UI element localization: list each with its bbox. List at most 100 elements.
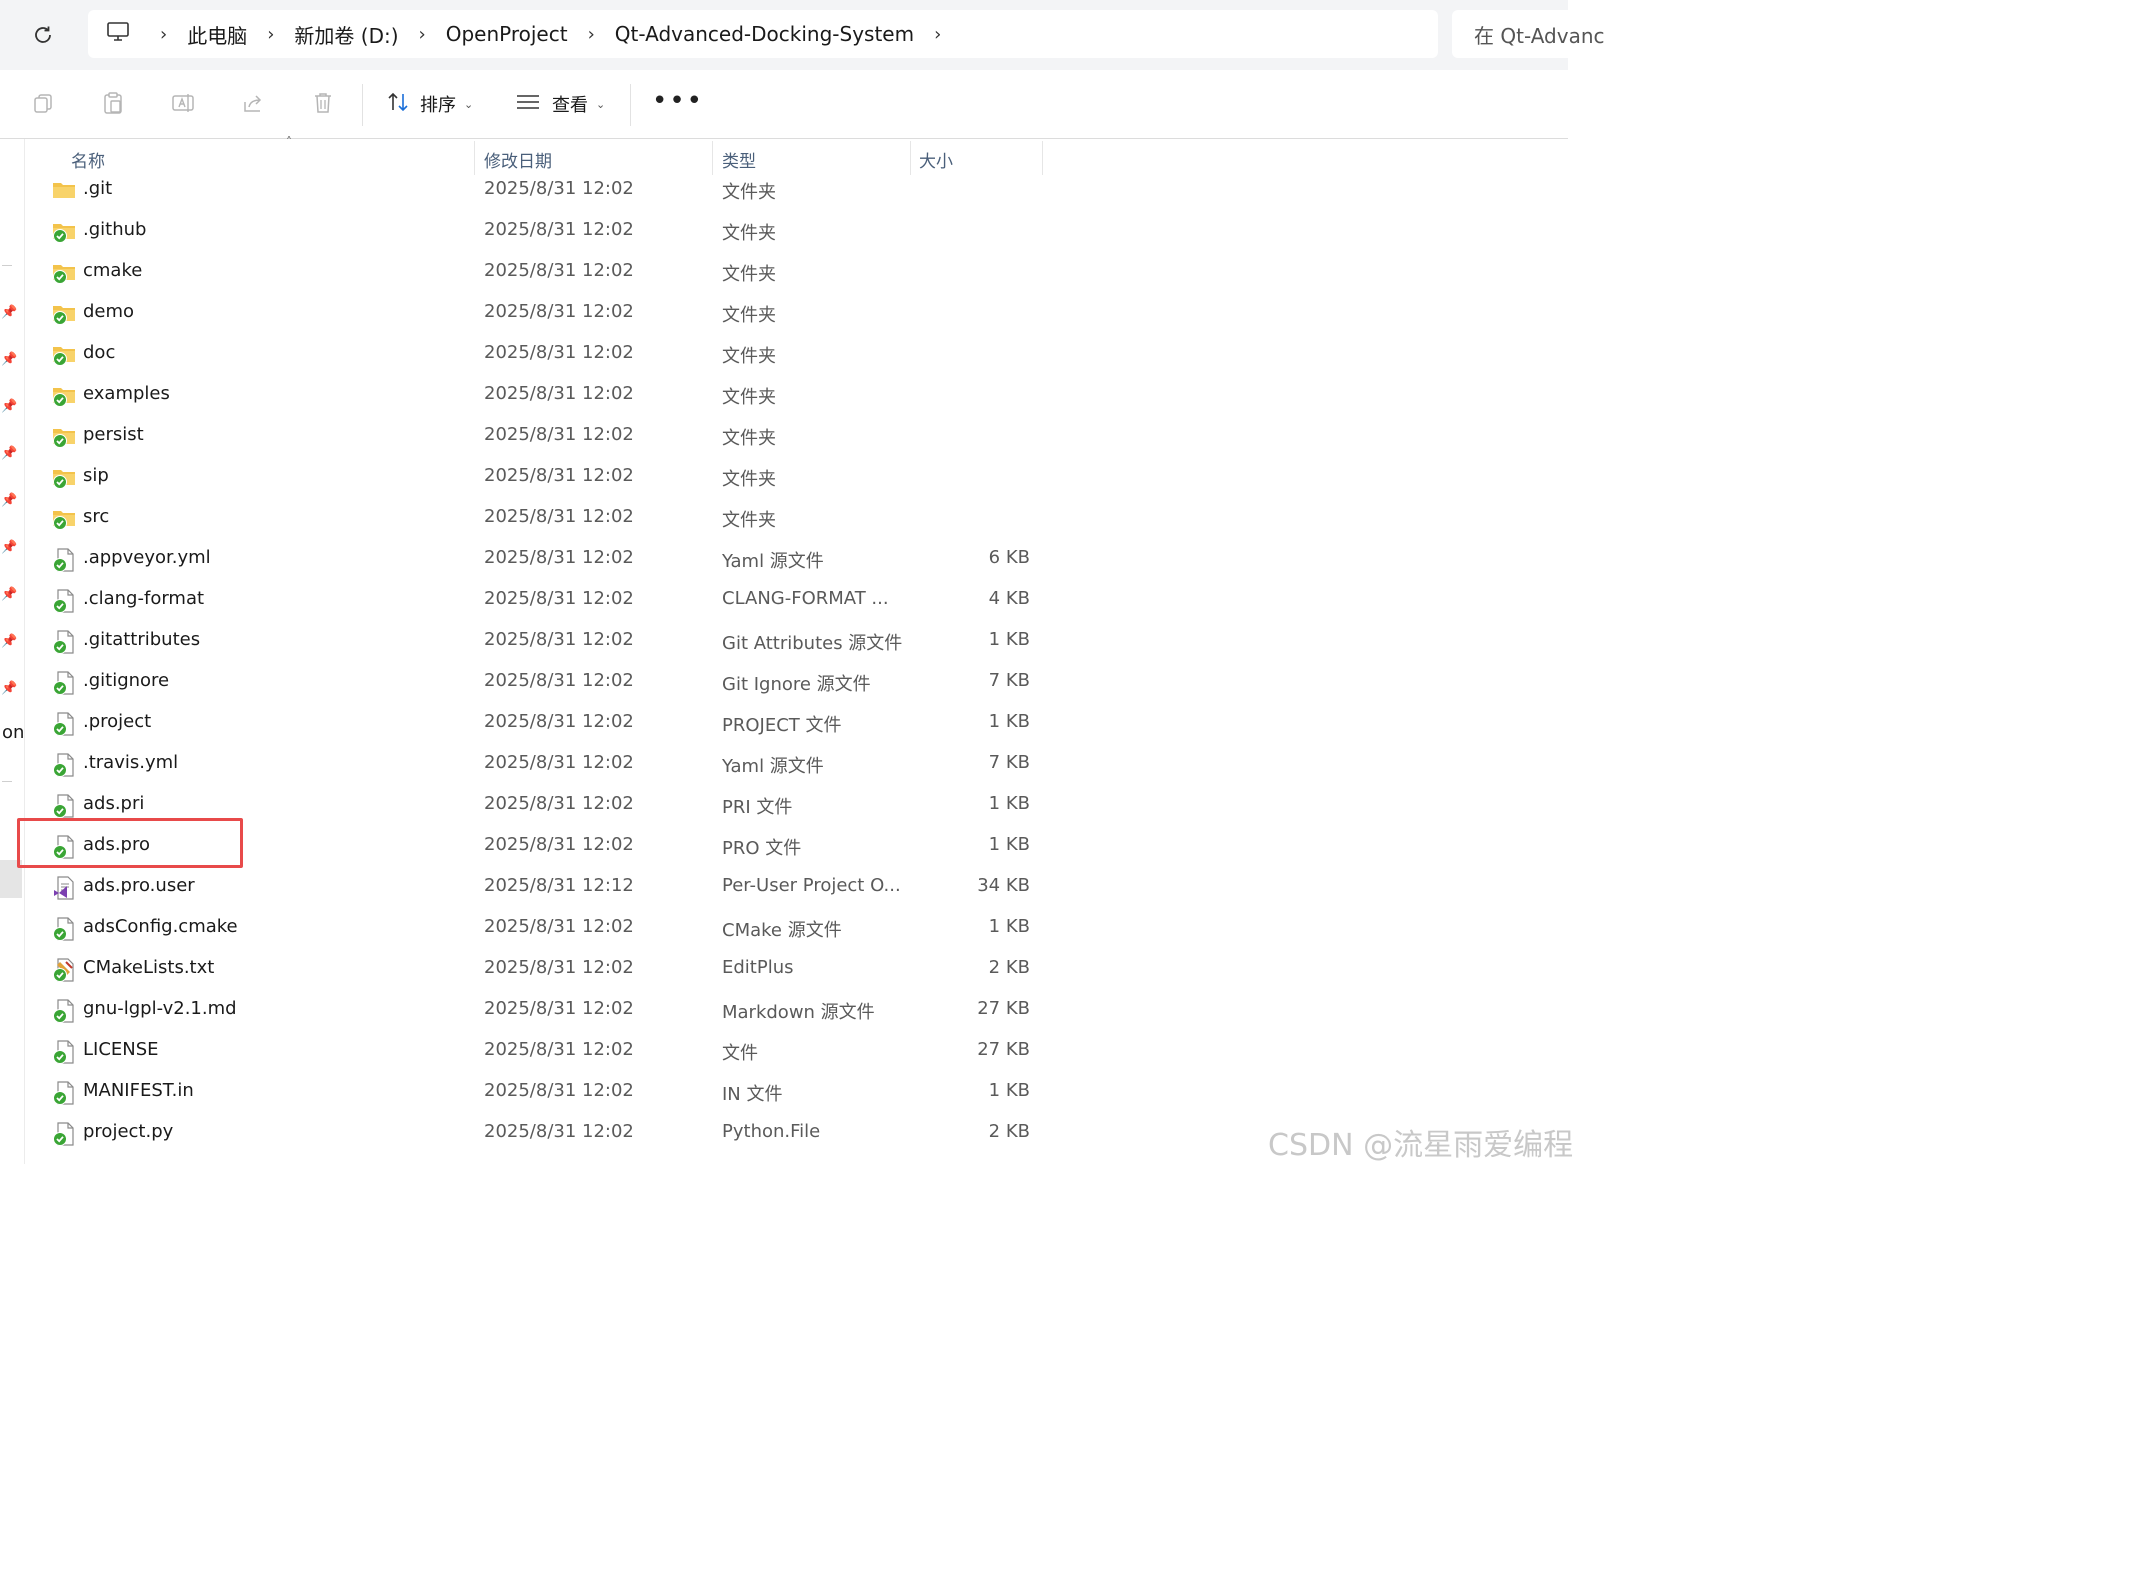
file-size: 27 KB bbox=[977, 998, 1030, 1019]
chevron-right-icon[interactable]: › bbox=[934, 24, 941, 45]
file-name[interactable]: gnu-lgpl-v2.1.md bbox=[83, 998, 237, 1019]
file-row[interactable]: LICENSE 2025/8/31 12:02 文件 27 KB bbox=[24, 1031, 1074, 1072]
file-name[interactable]: doc bbox=[83, 342, 115, 363]
file-row[interactable]: ads.pro.user 2025/8/31 12:12 Per-User Proj… bbox=[24, 867, 1074, 908]
folder-synced-icon bbox=[52, 425, 76, 449]
column-header-size[interactable]: 大小 bbox=[919, 147, 953, 172]
share-icon[interactable] bbox=[240, 90, 266, 116]
column-header-date[interactable]: 修改日期 bbox=[484, 147, 552, 172]
file-name[interactable]: CMakeLists.txt bbox=[83, 957, 214, 978]
computer-icon[interactable] bbox=[106, 21, 130, 47]
file-name[interactable]: MANIFEST.in bbox=[83, 1080, 194, 1101]
pin-icon[interactable]: 📌 bbox=[1, 352, 17, 367]
file-name[interactable]: .project bbox=[83, 711, 151, 732]
file-name[interactable]: cmake bbox=[83, 260, 142, 281]
file-modified-date: 2025/8/31 12:02 bbox=[484, 342, 634, 363]
column-header-name[interactable]: 名称 bbox=[71, 147, 105, 172]
breadcrumb-item-openproject[interactable]: OpenProject bbox=[446, 22, 568, 46]
file-row[interactable]: src 2025/8/31 12:02 文件夹 bbox=[24, 498, 1074, 539]
file-name[interactable]: demo bbox=[83, 301, 134, 322]
file-name[interactable]: .gitattributes bbox=[83, 629, 200, 650]
file-name[interactable]: .travis.yml bbox=[83, 752, 178, 773]
chevron-right-icon[interactable]: › bbox=[588, 24, 595, 45]
file-name[interactable]: .github bbox=[83, 219, 146, 240]
file-row[interactable]: cmake 2025/8/31 12:02 文件夹 bbox=[24, 252, 1074, 293]
file-row[interactable]: .clang-format 2025/8/31 12:02 CLANG-FORMAT… bbox=[24, 580, 1074, 621]
pin-icon[interactable]: 📌 bbox=[1, 587, 17, 602]
pin-icon[interactable]: 📌 bbox=[1, 634, 17, 649]
search-input[interactable]: 在 Qt-Advanced-Docking-System 中搜索 bbox=[1452, 10, 1604, 58]
chevron-right-icon[interactable]: › bbox=[419, 24, 426, 45]
folder-synced-icon bbox=[52, 302, 76, 326]
breadcrumb-item-this-pc[interactable]: 此电脑 bbox=[187, 20, 247, 49]
file-row[interactable]: examples 2025/8/31 12:02 文件夹 bbox=[24, 375, 1074, 416]
file-row[interactable]: .gitignore 2025/8/31 12:02 Git Ignore 源文件 7… bbox=[24, 662, 1074, 703]
sort-button[interactable]: 排序 ⌄ bbox=[386, 88, 473, 120]
file-name[interactable]: persist bbox=[83, 424, 144, 445]
file-row[interactable]: sip 2025/8/31 12:02 文件夹 bbox=[24, 457, 1074, 498]
delete-icon[interactable] bbox=[310, 90, 336, 116]
file-name[interactable]: src bbox=[83, 506, 109, 527]
file-name[interactable]: examples bbox=[83, 383, 170, 404]
file-row[interactable]: MANIFEST.in 2025/8/31 12:02 IN 文件 1 KB bbox=[24, 1072, 1074, 1113]
file-modified-date: 2025/8/31 12:02 bbox=[484, 219, 634, 240]
file-row[interactable]: CMakeLists.txt 2025/8/31 12:02 EditPlus 2 K… bbox=[24, 949, 1074, 990]
file-row[interactable]: .travis.yml 2025/8/31 12:02 Yaml 源文件 7 KB bbox=[24, 744, 1074, 785]
file-row[interactable]: doc 2025/8/31 12:02 文件夹 bbox=[24, 334, 1074, 375]
file-name[interactable]: .clang-format bbox=[83, 588, 204, 609]
file-size: 1 KB bbox=[988, 834, 1030, 855]
navigation-pane: 📌 📌 📌 📌 📌 📌 📌 📌 📌 on bbox=[0, 139, 25, 1164]
file-row[interactable]: persist 2025/8/31 12:02 文件夹 bbox=[24, 416, 1074, 457]
pin-icon[interactable]: 📌 bbox=[1, 446, 17, 461]
rename-icon[interactable] bbox=[170, 90, 196, 116]
copy-icon[interactable] bbox=[30, 90, 56, 116]
file-name[interactable]: LICENSE bbox=[83, 1039, 159, 1060]
chevron-right-icon[interactable]: › bbox=[160, 24, 167, 45]
file-type: Git Attributes 源文件 bbox=[722, 633, 903, 654]
file-row[interactable]: project.py 2025/8/31 12:02 Python.File 2 KB bbox=[24, 1113, 1074, 1154]
more-options-icon[interactable]: ••• bbox=[652, 88, 704, 114]
breadcrumb[interactable]: › 此电脑 › 新加卷 (D:) › OpenProject › Qt-Adva… bbox=[88, 10, 1438, 58]
file-size: 1 KB bbox=[988, 916, 1030, 937]
file-row[interactable]: .project 2025/8/31 12:02 PROJECT 文件 1 KB bbox=[24, 703, 1074, 744]
file-row[interactable]: adsConfig.cmake 2025/8/31 12:02 CMake 源文件 1… bbox=[24, 908, 1074, 949]
view-button[interactable]: 查看 ⌄ bbox=[516, 88, 605, 120]
file-modified-date: 2025/8/31 12:02 bbox=[484, 301, 634, 322]
file-name[interactable]: .appveyor.yml bbox=[83, 547, 211, 568]
file-name[interactable]: ads.pri bbox=[83, 793, 144, 814]
file-row[interactable]: .git 2025/8/31 12:02 文件夹 bbox=[24, 170, 1074, 211]
pin-icon[interactable]: 📌 bbox=[1, 681, 17, 696]
file-name[interactable]: adsConfig.cmake bbox=[83, 916, 238, 937]
file-size: 6 KB bbox=[988, 547, 1030, 568]
file-row[interactable]: .appveyor.yml 2025/8/31 12:02 Yaml 源文件 6 KB bbox=[24, 539, 1074, 580]
file-synced-icon bbox=[52, 1122, 76, 1146]
file-name[interactable]: ads.pro.user bbox=[83, 875, 195, 896]
pin-icon[interactable]: 📌 bbox=[1, 305, 17, 320]
file-type: 文件夹 bbox=[722, 510, 776, 531]
pin-icon[interactable]: 📌 bbox=[1, 399, 17, 414]
breadcrumb-item-drive-d[interactable]: 新加卷 (D:) bbox=[294, 20, 398, 49]
breadcrumb-item-qt-ads[interactable]: Qt-Advanced-Docking-System bbox=[615, 22, 914, 46]
column-header-type[interactable]: 类型 bbox=[722, 147, 756, 172]
file-row[interactable]: gnu-lgpl-v2.1.md 2025/8/31 12:02 Markdown … bbox=[24, 990, 1074, 1031]
file-synced-icon bbox=[52, 1040, 76, 1064]
file-modified-date: 2025/8/31 12:02 bbox=[484, 424, 634, 445]
file-row[interactable]: .gitattributes 2025/8/31 12:02 Git Attribu… bbox=[24, 621, 1074, 662]
pin-icon[interactable]: 📌 bbox=[1, 540, 17, 555]
paste-icon[interactable] bbox=[100, 90, 126, 116]
file-name[interactable]: .git bbox=[83, 178, 112, 199]
file-name[interactable]: .gitignore bbox=[83, 670, 169, 691]
file-row[interactable]: demo 2025/8/31 12:02 文件夹 bbox=[24, 293, 1074, 334]
nav-item-partial-label[interactable]: on bbox=[2, 722, 24, 743]
file-name[interactable]: sip bbox=[83, 465, 109, 486]
toolbar-divider bbox=[362, 84, 363, 126]
pin-icon[interactable]: 📌 bbox=[1, 493, 17, 508]
command-bar: 排序 ⌄ 查看 ⌄ ••• bbox=[0, 70, 1568, 139]
chevron-right-icon[interactable]: › bbox=[267, 24, 274, 45]
file-synced-icon bbox=[52, 630, 76, 654]
file-size: 34 KB bbox=[977, 875, 1030, 896]
file-synced-icon bbox=[52, 1081, 76, 1105]
refresh-icon[interactable] bbox=[28, 20, 58, 50]
file-name[interactable]: project.py bbox=[83, 1121, 173, 1142]
file-row[interactable]: .github 2025/8/31 12:02 文件夹 bbox=[24, 211, 1074, 252]
